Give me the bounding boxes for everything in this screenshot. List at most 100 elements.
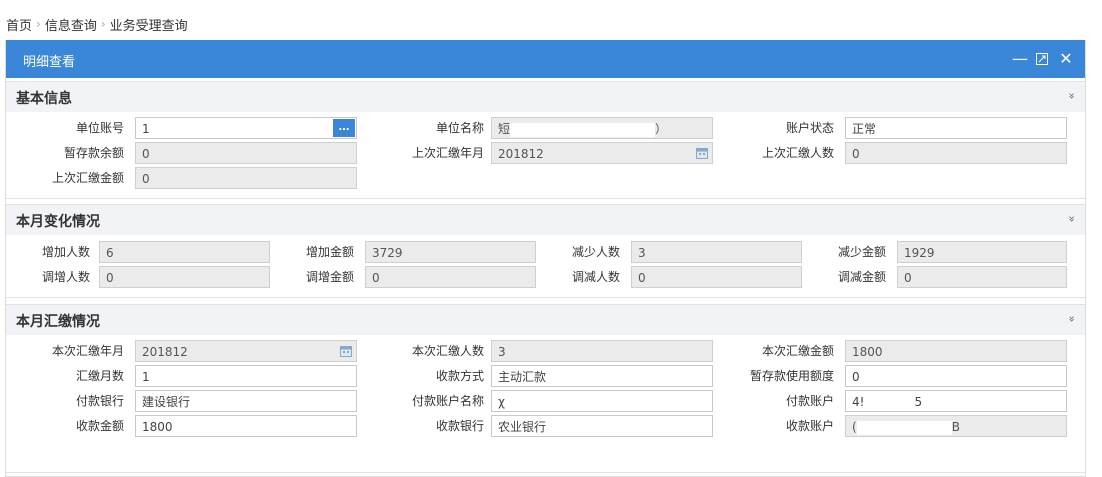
section-header-change[interactable]: 本月变化情况 » [6,204,1085,235]
last-pay-amount-label: 上次汇缴金额 [51,171,124,185]
add-amount-label: 增加金额 [305,245,354,259]
receive-amount-label: 收款金额 [75,419,124,433]
unit-account-value: 1 [142,122,150,136]
account-status-value: 正常 [852,122,877,136]
payer-account-suffix: 5 [914,395,923,409]
chevron-down-icon[interactable]: » [1066,216,1079,223]
reduce-amount-value: 1929 [904,246,935,260]
last-pay-month-label: 上次汇缴年月 [411,146,484,160]
window-titlebar[interactable]: 明细查看 — ✕ [6,40,1085,78]
reduce-amount-field: 1929 [897,241,1067,263]
receive-account-field: (B [845,415,1067,437]
receive-amount-input[interactable]: 1800 [135,415,357,437]
temp-balance-field: 0 [135,142,357,164]
reduce-count-label: 减少人数 [571,245,620,259]
calendar-icon[interactable] [340,345,352,357]
last-pay-amount-value: 0 [142,172,150,186]
pay-amount-field: 1800 [845,340,1067,362]
unit-account-lookup-button[interactable]: … [333,119,355,137]
last-pay-count-label: 上次汇缴人数 [761,146,834,160]
maximize-icon[interactable] [1033,49,1051,69]
section-header-payment[interactable]: 本月汇缴情况 » [6,304,1085,335]
unit-account-label: 单位账号 [75,121,124,135]
payer-bank-input[interactable]: 建设银行 [135,390,357,412]
pay-month-label: 本次汇缴年月 [51,344,124,358]
temp-balance-label: 暂存款余额 [63,146,124,160]
receive-amount-value: 1800 [142,420,173,434]
pay-count-value: 3 [498,345,506,359]
adj-reduce-amount-field: 0 [897,266,1067,288]
breadcrumb-separator: › [100,17,106,31]
temp-balance-value: 0 [142,147,150,161]
section-header-basic[interactable]: 基本信息 » [6,81,1085,112]
payer-account-input[interactable]: 4! 5 [845,390,1067,412]
minimize-icon[interactable]: — [1011,49,1029,69]
pay-amount-label: 本次汇缴金额 [761,344,834,358]
payer-bank-value: 建设银行 [142,395,191,409]
reduce-count-field: 3 [631,241,802,263]
add-count-value: 6 [106,246,114,260]
payer-name-value: χ [498,395,505,409]
pay-amount-value: 1800 [852,345,883,359]
pay-month-field: 201812 [135,340,357,362]
section-divider [6,472,1085,473]
adj-reduce-amount-value: 0 [904,271,912,285]
last-pay-amount-field: 0 [135,167,357,189]
pay-months-label: 汇缴月数 [75,369,124,383]
last-pay-month-field: 201812 [491,142,713,164]
add-count-field: 6 [99,241,270,263]
account-status-label: 账户状态 [785,121,834,135]
receive-bank-value: 农业银行 [498,420,547,434]
close-icon[interactable]: ✕ [1057,49,1075,69]
adj-add-amount-value: 0 [372,271,380,285]
section-title-change: 本月变化情况 [16,214,100,230]
adj-add-count-label: 调增人数 [41,270,90,284]
adj-add-count-field: 0 [99,266,270,288]
section-divider [6,198,1085,199]
temp-use-label: 暂存款使用额度 [749,369,834,383]
receive-bank-input[interactable]: 农业银行 [491,415,713,437]
unit-name-label: 单位名称 [435,121,484,135]
adj-reduce-count-value: 0 [638,271,646,285]
temp-use-value: 0 [852,370,860,384]
payer-account-label: 付款账户 [785,394,834,408]
breadcrumb-info-query[interactable]: 信息查询 [45,15,97,34]
adj-add-count-value: 0 [106,271,114,285]
chevron-down-icon[interactable]: » [1066,93,1079,100]
pay-method-input[interactable]: 主动汇款 [491,365,713,387]
adj-add-amount-field: 0 [365,266,536,288]
pay-count-field: 3 [491,340,713,362]
adj-reduce-count-label: 调减人数 [571,270,620,284]
calendar-icon[interactable] [696,147,708,159]
pay-method-label: 收款方式 [435,369,484,383]
breadcrumb: 首页 › 信息查询 › 业务受理查询 [6,14,188,34]
pay-method-value: 主动汇款 [498,370,547,384]
payer-account-value: 4! [852,395,865,409]
pay-count-label: 本次汇缴人数 [411,344,484,358]
payer-name-input[interactable]: χ [491,390,713,412]
payer-bank-label: 付款银行 [75,394,124,408]
add-count-label: 增加人数 [41,245,90,259]
breadcrumb-separator: › [36,17,41,31]
add-amount-field: 3729 [365,241,536,263]
reduce-amount-label: 减少金额 [837,245,886,259]
adj-add-amount-label: 调增金额 [305,270,354,284]
detail-window: 明细查看 — ✕ 基本信息 » 单位账号 1 … 单位名称 短 ） 账户状态 正常… [5,40,1086,477]
unit-name-suffix: ） [655,122,668,136]
add-amount-value: 3729 [372,246,403,260]
breadcrumb-home[interactable]: 首页 [6,15,32,34]
unit-name-value: 短 [498,122,511,136]
unit-account-input[interactable]: 1 … [135,117,357,139]
reduce-count-value: 3 [638,246,646,260]
window-title: 明细查看 [23,55,76,70]
chevron-down-icon[interactable]: » [1066,316,1079,323]
section-title-payment: 本月汇缴情况 [16,314,100,330]
receive-bank-label: 收款银行 [435,419,484,433]
temp-use-input[interactable]: 0 [845,365,1067,387]
pay-months-input[interactable]: 1 [135,365,357,387]
payer-name-label: 付款账户名称 [411,394,484,408]
pay-months-value: 1 [142,370,150,384]
account-status-field[interactable]: 正常 [845,117,1067,139]
last-pay-count-field: 0 [845,142,1067,164]
section-title-basic: 基本信息 [16,91,72,107]
